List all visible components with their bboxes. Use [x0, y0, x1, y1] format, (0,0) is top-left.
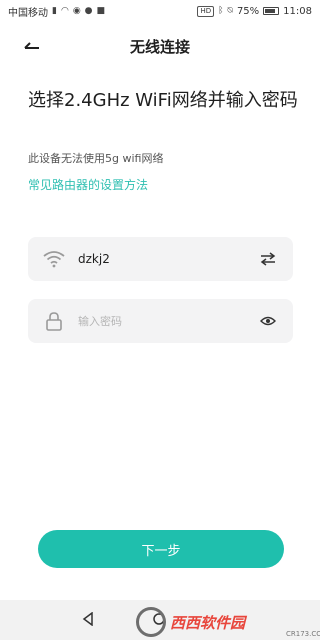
lock-icon: [42, 309, 66, 333]
hd-icon: HD: [197, 5, 215, 17]
clock: 11:08: [283, 5, 312, 17]
watermark: 西西软件园 CR173.COM: [136, 604, 320, 640]
bluetooth-icon: ᛒ: [218, 5, 224, 16]
router-help-link[interactable]: 常见路由器的设置方法: [28, 176, 148, 193]
back-arrow-icon: [24, 42, 39, 49]
password-input[interactable]: [78, 314, 257, 328]
battery-icon: [263, 7, 280, 15]
password-field[interactable]: [28, 299, 293, 343]
watermark-logo-icon: [136, 607, 166, 637]
wifi-ssid: dzkj2: [78, 252, 110, 266]
nav-back-icon[interactable]: [82, 612, 94, 626]
wifi-status-icon: ◠: [60, 5, 69, 16]
instruction-subtitle: 此设备无法使用5g wifi网络: [28, 152, 164, 165]
instruction-heading: 选择2.4GHz WiFi网络并输入密码: [28, 90, 298, 111]
wifi-icon: [42, 247, 66, 271]
location-icon: ◉: [72, 5, 81, 16]
status-left: 中国移动 ▮ ◠ ◉ ● ■: [8, 4, 105, 19]
page-title: 无线连接: [129, 37, 190, 56]
mute-icon: ⍉: [227, 5, 233, 16]
watermark-text: 西西软件园: [170, 613, 246, 632]
eye-icon[interactable]: [257, 310, 279, 332]
status-bar: 中国移动 ▮ ◠ ◉ ● ■ HD ᛒ ⍉ 75% 11:08: [0, 0, 320, 22]
signal-icon: ▮: [52, 5, 57, 16]
app-notification-icon: ■: [96, 5, 106, 16]
battery-percent: 75%: [236, 5, 260, 17]
next-button[interactable]: 下一步: [38, 530, 284, 568]
header: 无线连接: [0, 28, 320, 64]
back-button[interactable]: [20, 34, 44, 58]
message-icon: ●: [84, 5, 93, 16]
wifi-selector[interactable]: dzkj2: [28, 237, 293, 281]
watermark-url: CR173.COM: [286, 630, 320, 638]
carrier-label: 中国移动: [8, 7, 48, 19]
status-right: HD ᛒ ⍉ 75% 11:08: [197, 5, 312, 17]
switch-arrows-icon[interactable]: [257, 248, 279, 270]
